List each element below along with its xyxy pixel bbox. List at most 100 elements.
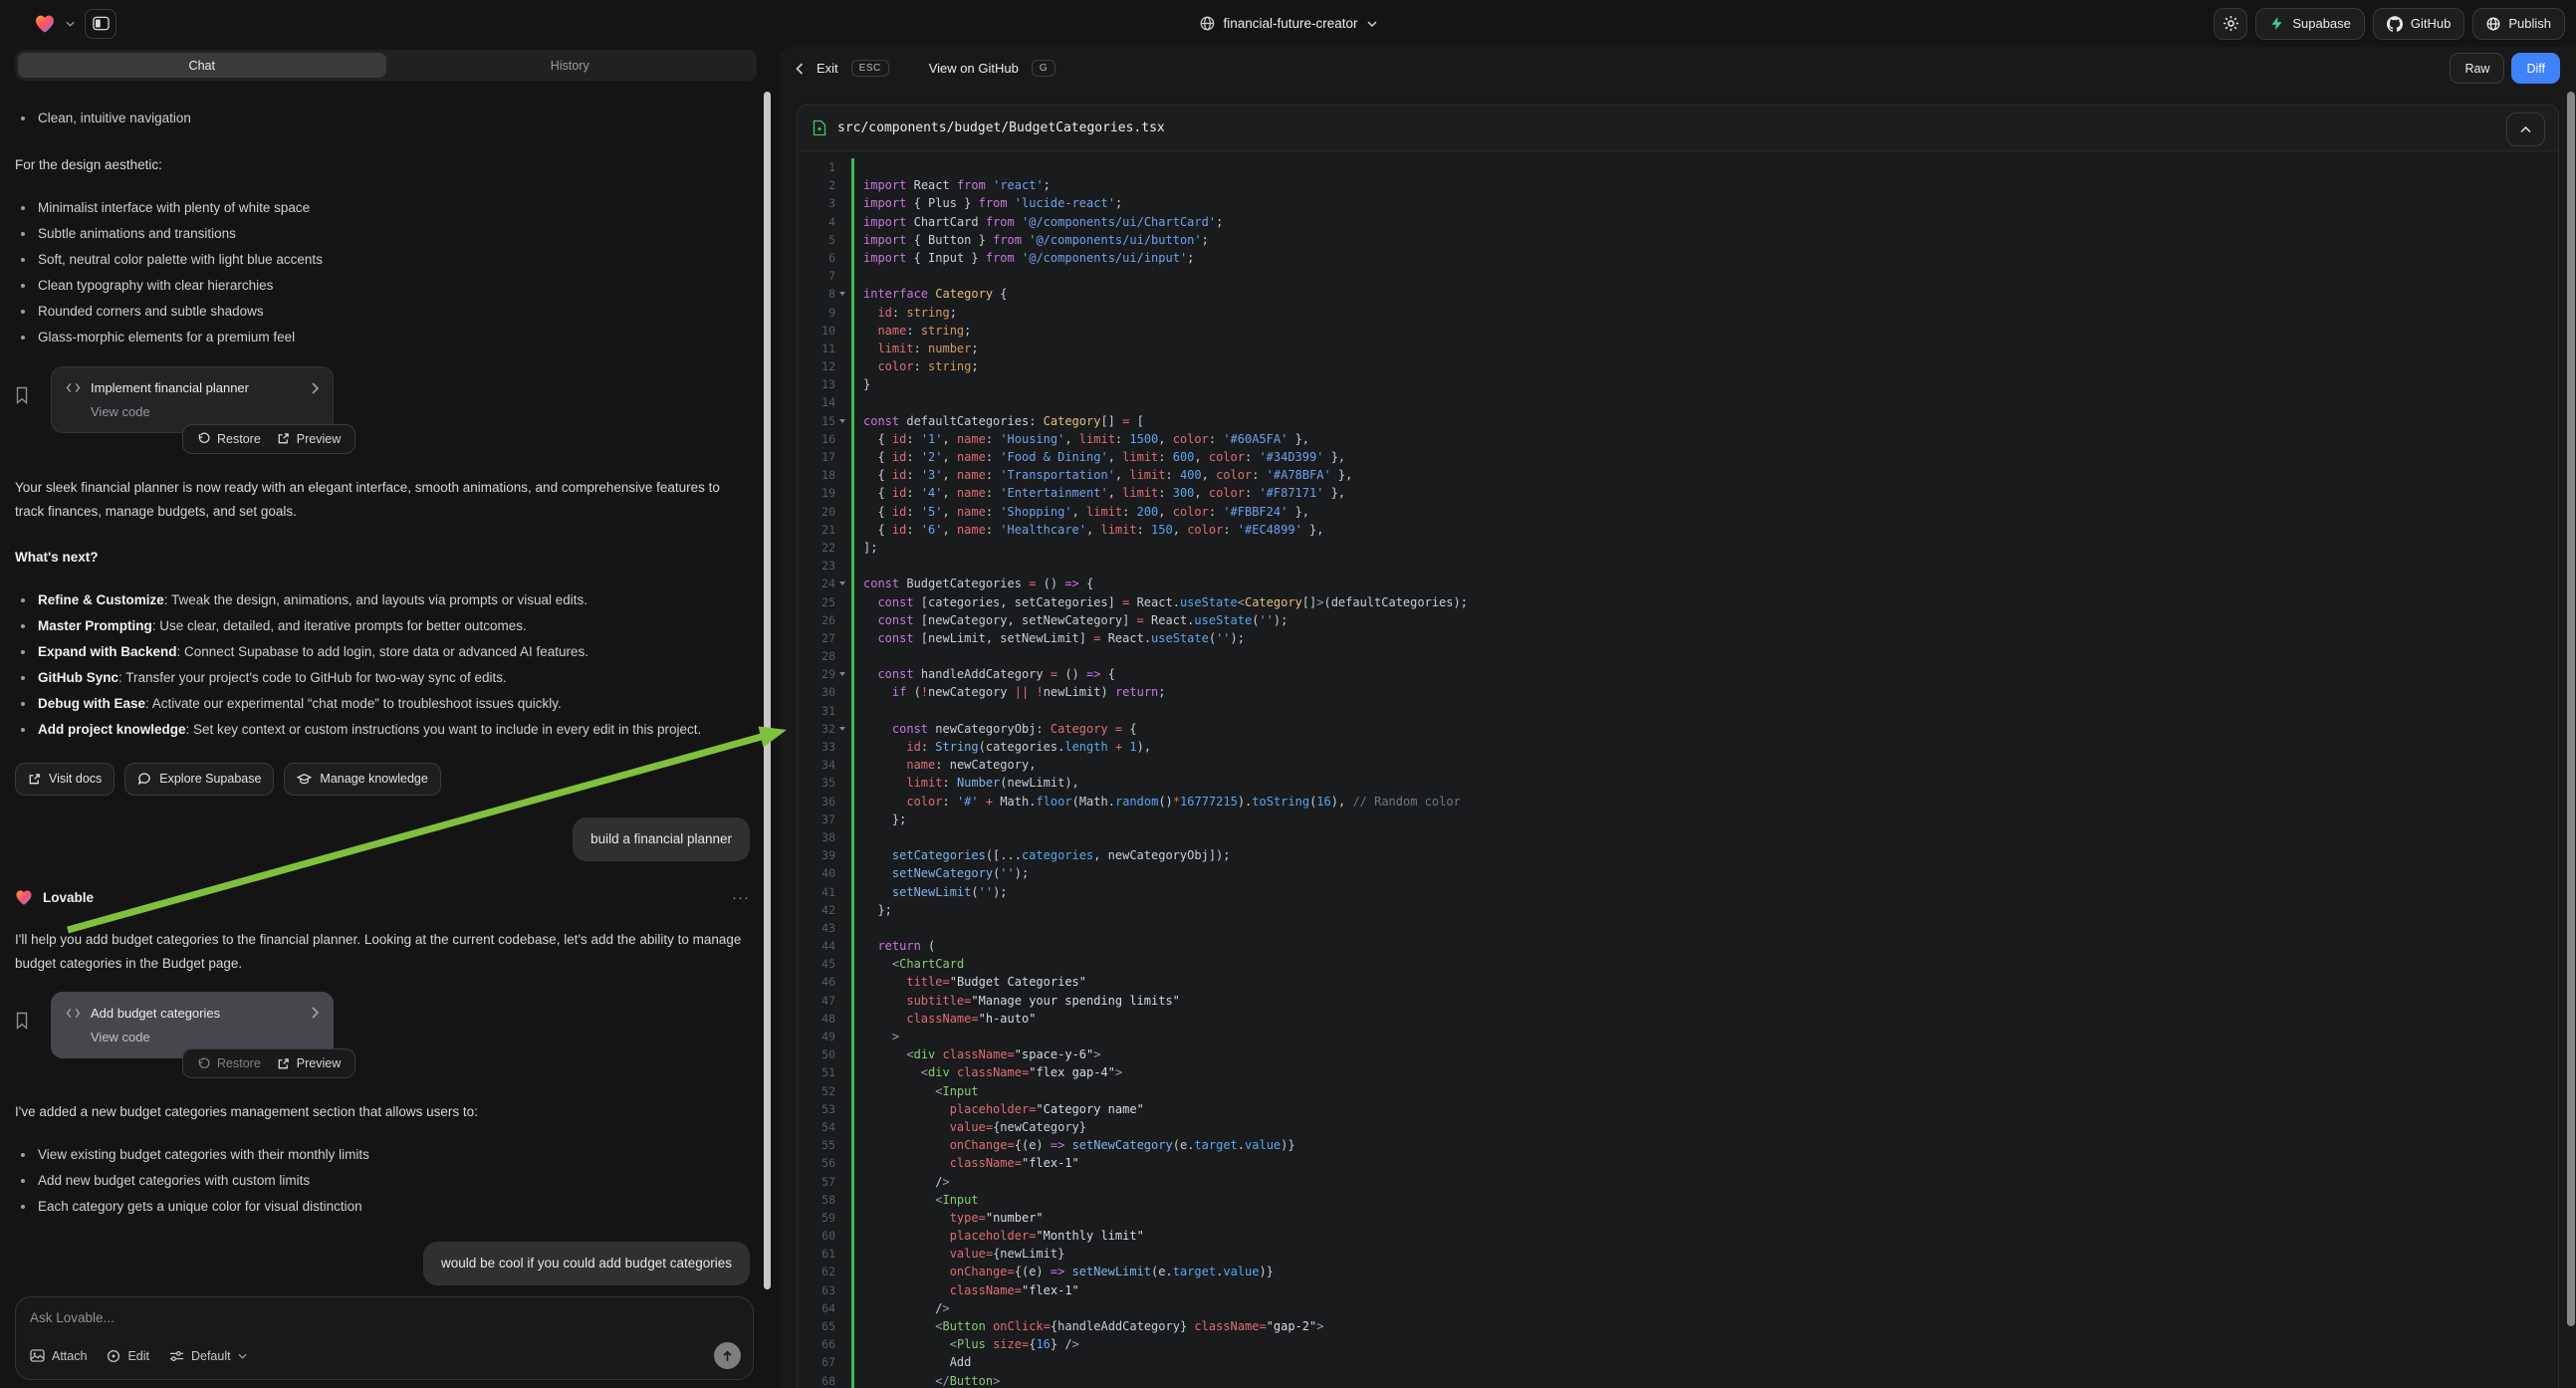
send-button[interactable] [714, 1342, 741, 1369]
line-number[interactable]: 14 [798, 393, 835, 411]
settings-button[interactable] [2214, 8, 2247, 40]
code-area[interactable]: 1 2import React from 'react';3import { P… [798, 151, 2558, 1388]
line-number[interactable]: 55 [798, 1136, 835, 1154]
line-number[interactable]: 33 [798, 738, 835, 756]
line-number[interactable]: 13 [798, 375, 835, 393]
line-number[interactable]: 17 [798, 448, 835, 466]
line-number[interactable]: 21 [798, 521, 835, 539]
line-number[interactable]: 34 [798, 756, 835, 774]
line-number[interactable]: 3 [798, 194, 835, 212]
edit-button[interactable]: Edit [107, 1349, 149, 1363]
line-number[interactable]: 28 [798, 647, 835, 665]
raw-button[interactable]: Raw [2450, 53, 2504, 84]
line-number[interactable]: 4 [798, 213, 835, 231]
line-number[interactable]: 9 [798, 304, 835, 322]
line-number[interactable]: 59 [798, 1209, 835, 1227]
line-number[interactable]: 1 [798, 158, 835, 176]
publish-button[interactable]: Publish [2472, 8, 2565, 40]
line-number[interactable]: 7 [798, 267, 835, 285]
line-number[interactable]: 58 [798, 1191, 835, 1209]
fold-chevron-icon[interactable] [835, 285, 848, 303]
quick-action-button[interactable]: Manage knowledge [284, 763, 440, 796]
line-number[interactable]: 2 [798, 176, 835, 194]
preview-button[interactable]: Preview [277, 432, 341, 446]
view-on-github-button[interactable]: View on GitHub [929, 61, 1019, 76]
line-number[interactable]: 67 [798, 1353, 835, 1371]
composer[interactable]: Ask Lovable... Attach Edit [15, 1296, 754, 1380]
view-code-link[interactable]: View code [91, 404, 319, 419]
line-number[interactable]: 64 [798, 1299, 835, 1317]
quick-action-button[interactable]: Explore Supabase [124, 763, 274, 796]
line-number[interactable]: 19 [798, 484, 835, 502]
line-number[interactable]: 16 [798, 430, 835, 448]
github-button[interactable]: GitHub [2373, 8, 2464, 40]
line-number[interactable]: 57 [798, 1173, 835, 1191]
line-number[interactable]: 54 [798, 1118, 835, 1136]
line-number[interactable]: 23 [798, 557, 835, 575]
line-number[interactable]: 56 [798, 1154, 835, 1172]
line-number[interactable]: 6 [798, 249, 835, 267]
line-number[interactable]: 63 [798, 1281, 835, 1299]
line-number[interactable]: 18 [798, 466, 835, 484]
line-number[interactable]: 48 [798, 1010, 835, 1028]
line-number[interactable]: 66 [798, 1335, 835, 1353]
view-code-link[interactable]: View code [91, 1030, 319, 1044]
version-card[interactable]: Implement financial plannerView code [51, 366, 334, 433]
line-number[interactable]: 42 [798, 901, 835, 919]
line-number[interactable]: 31 [798, 702, 835, 720]
line-number[interactable]: 49 [798, 1028, 835, 1045]
line-number[interactable]: 12 [798, 357, 835, 375]
sidebar-toggle-button[interactable] [85, 9, 117, 39]
line-number[interactable]: 25 [798, 593, 835, 611]
line-number[interactable]: 10 [798, 322, 835, 340]
restore-button[interactable]: Restore [197, 1056, 261, 1070]
line-number[interactable]: 65 [798, 1317, 835, 1335]
preview-button[interactable]: Preview [277, 1056, 341, 1070]
line-number[interactable]: 8 [798, 285, 835, 303]
chat-scrollbar[interactable] [764, 92, 771, 1289]
bookmark-icon[interactable] [15, 366, 51, 454]
code-scrollbar[interactable] [2567, 92, 2575, 1326]
lovable-logo-heart-icon[interactable] [34, 14, 56, 34]
line-number[interactable]: 37 [798, 810, 835, 828]
line-number[interactable]: 26 [798, 611, 835, 629]
line-number[interactable]: 30 [798, 683, 835, 701]
line-number[interactable]: 29 [798, 665, 835, 683]
line-number[interactable]: 22 [798, 539, 835, 557]
fold-chevron-icon[interactable] [835, 412, 848, 430]
line-number[interactable]: 50 [798, 1045, 835, 1063]
logo-menu-chevron-icon[interactable] [66, 21, 75, 27]
chevron-right-icon[interactable] [312, 1007, 319, 1019]
fold-chevron-icon[interactable] [835, 665, 848, 683]
line-number[interactable]: 44 [798, 937, 835, 955]
line-number[interactable]: 36 [798, 793, 835, 810]
chevron-right-icon[interactable] [312, 382, 319, 394]
restore-button[interactable]: Restore [197, 432, 261, 446]
line-number[interactable]: 39 [798, 846, 835, 864]
line-number[interactable]: 61 [798, 1245, 835, 1263]
line-number[interactable]: 46 [798, 973, 835, 991]
line-number[interactable]: 62 [798, 1263, 835, 1280]
quick-action-button[interactable]: Visit docs [15, 763, 115, 796]
tab-chat[interactable]: Chat [18, 53, 386, 78]
message-menu-button[interactable]: ··· [732, 889, 750, 906]
line-number[interactable]: 5 [798, 231, 835, 249]
line-number[interactable]: 20 [798, 503, 835, 521]
fold-chevron-icon[interactable] [835, 720, 848, 738]
composer-input[interactable]: Ask Lovable... [30, 1310, 739, 1325]
tab-history[interactable]: History [386, 53, 755, 78]
exit-button[interactable]: Exit [817, 61, 838, 76]
line-number[interactable]: 24 [798, 575, 835, 592]
line-number[interactable]: 27 [798, 629, 835, 647]
file-header[interactable]: src/components/budget/BudgetCategories.t… [798, 106, 2558, 151]
line-number[interactable]: 32 [798, 720, 835, 738]
line-number[interactable]: 15 [798, 412, 835, 430]
line-number[interactable]: 41 [798, 883, 835, 901]
fold-chevron-icon[interactable] [835, 575, 848, 592]
line-number[interactable]: 11 [798, 340, 835, 357]
line-number[interactable]: 40 [798, 864, 835, 882]
line-number[interactable]: 68 [798, 1372, 835, 1388]
line-number[interactable]: 51 [798, 1063, 835, 1081]
line-number[interactable]: 35 [798, 774, 835, 792]
collapse-button[interactable] [2506, 113, 2545, 146]
